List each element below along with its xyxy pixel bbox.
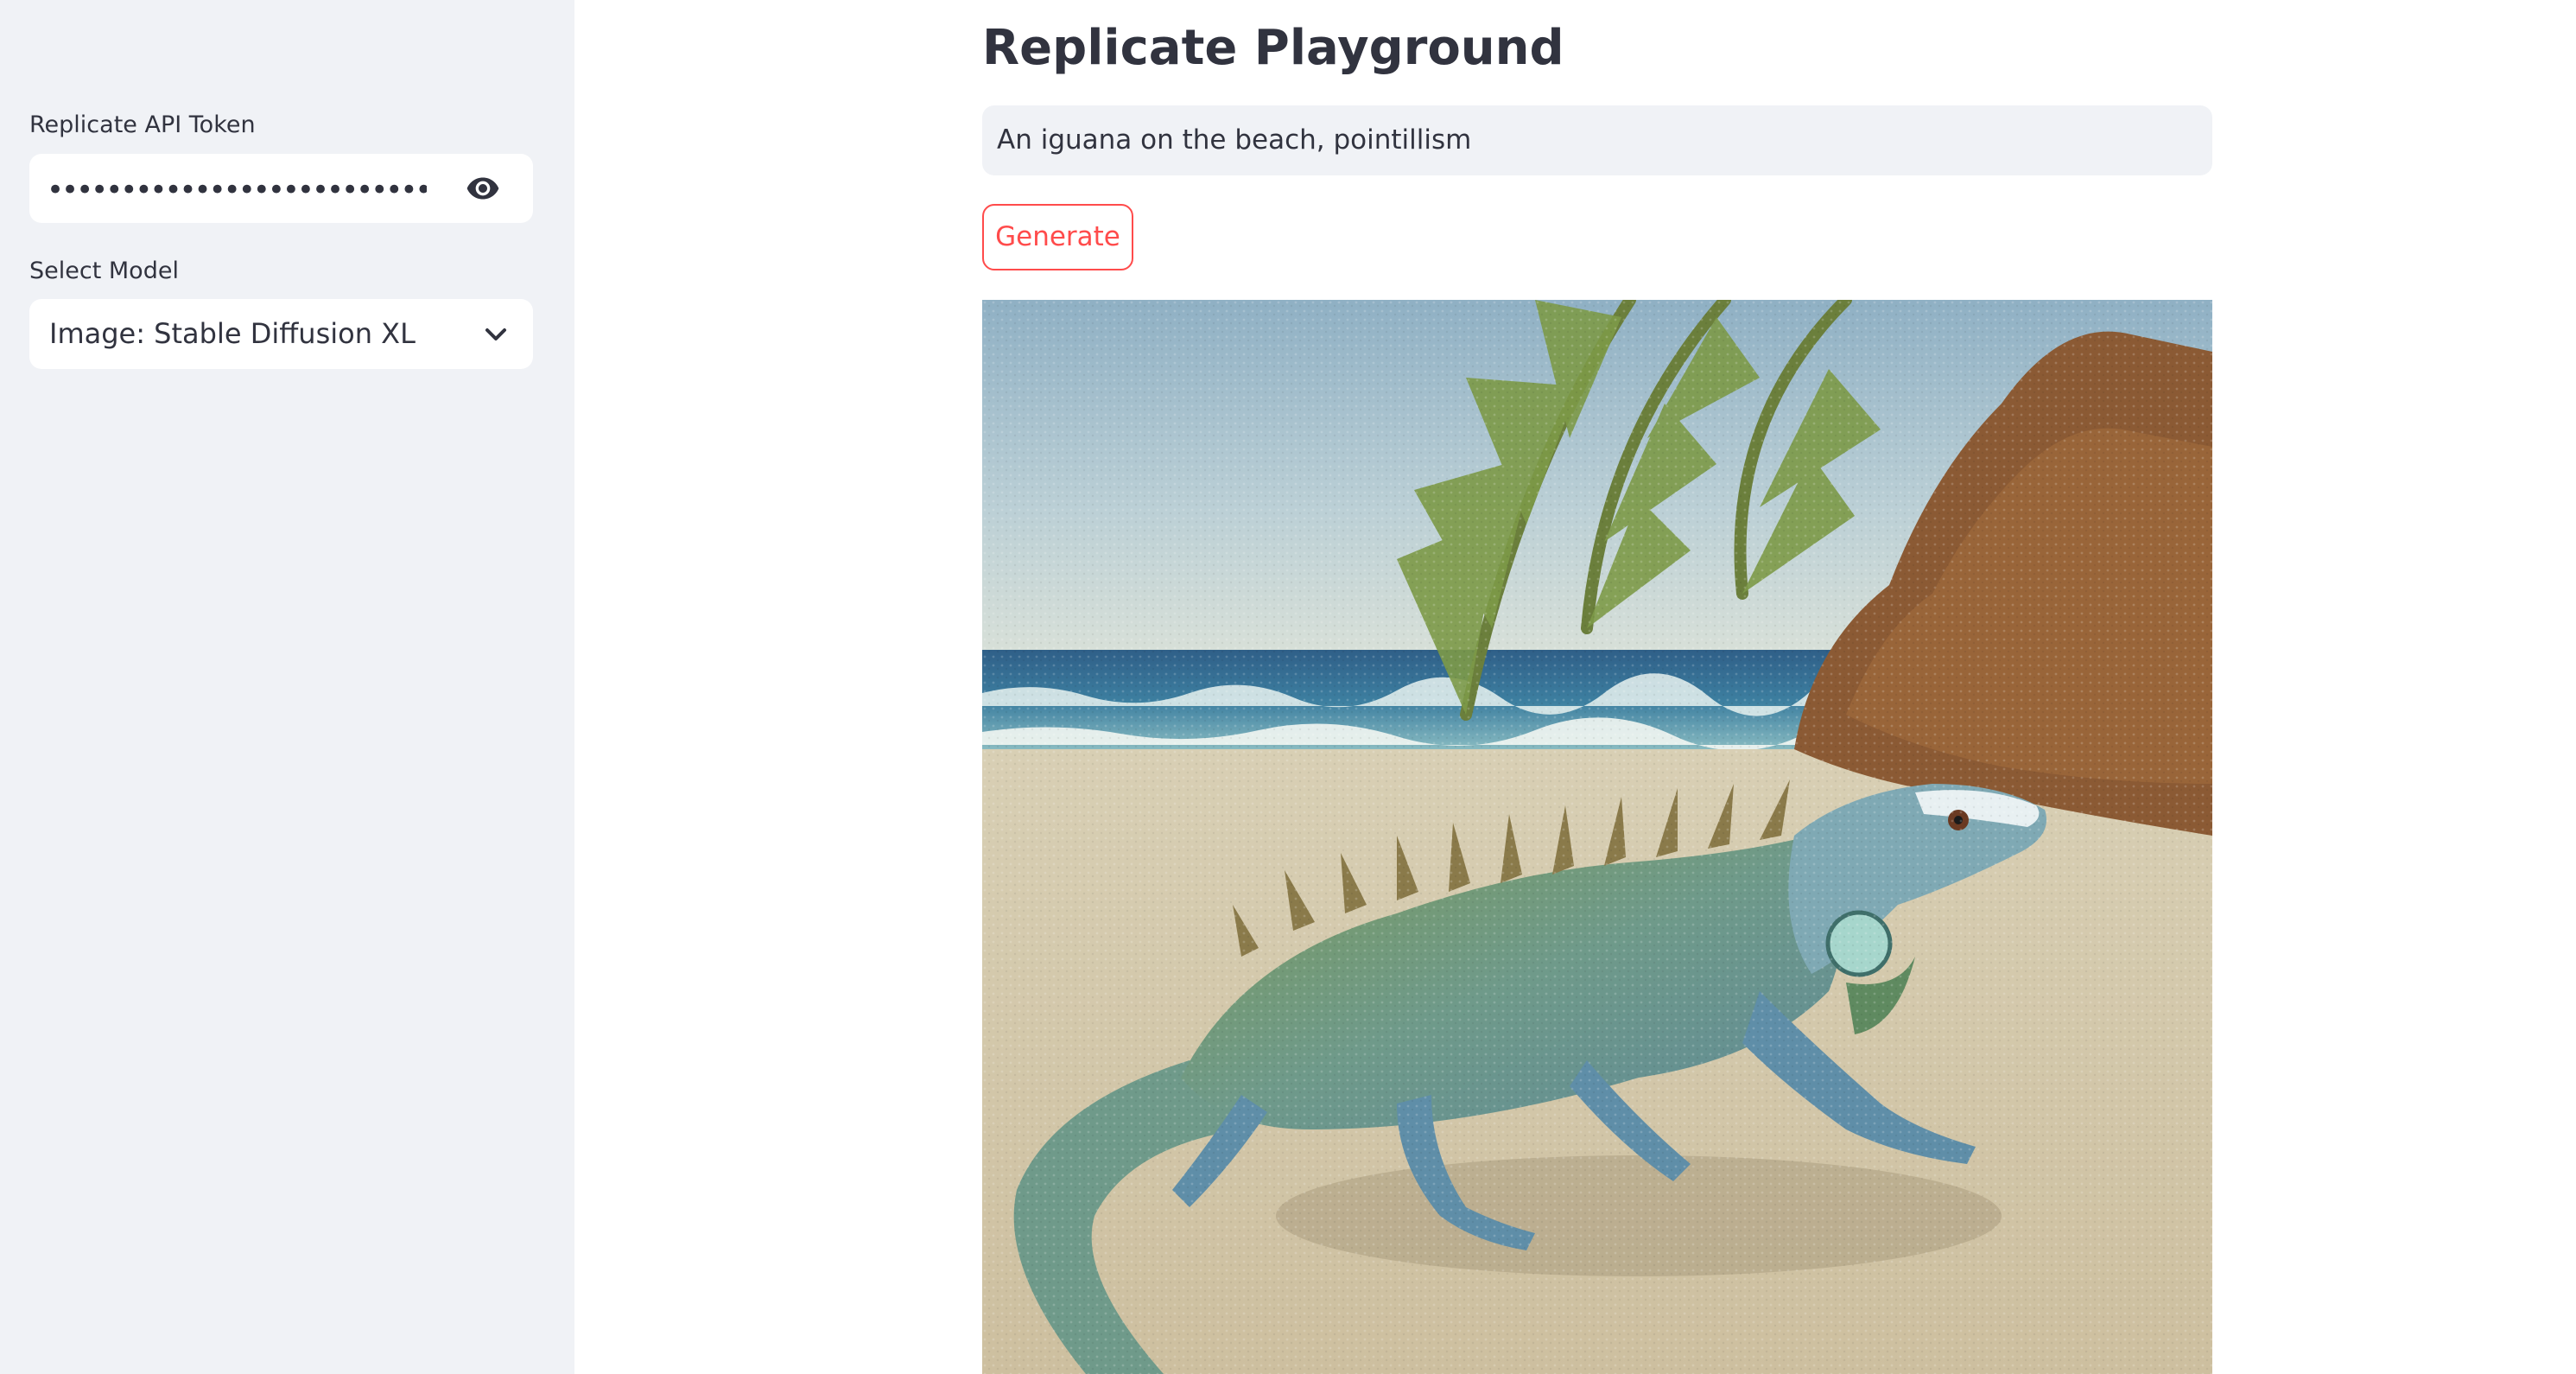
model-selected-value: Image: Stable Diffusion XL xyxy=(49,317,416,350)
sidebar: Replicate API Token ••••••••••••••••••••… xyxy=(0,0,574,1374)
model-select[interactable]: Image: Stable Diffusion XL xyxy=(29,299,533,369)
prompt-input[interactable]: An iguana on the beach, pointillism xyxy=(982,105,2212,175)
api-token-value: •••••••••••••••••••••••••••••••••••••• xyxy=(47,173,427,207)
page-title: Replicate Playground xyxy=(982,20,1564,76)
generated-image xyxy=(982,300,2212,1374)
select-model-label: Select Model xyxy=(29,258,179,284)
chevron-down-icon xyxy=(485,328,506,340)
eye-icon[interactable] xyxy=(464,171,502,206)
generated-image-illustration xyxy=(982,300,2212,1374)
api-token-input[interactable]: •••••••••••••••••••••••••••••••••••••• xyxy=(29,154,533,223)
prompt-value: An iguana on the beach, pointillism xyxy=(997,124,1472,156)
api-token-label: Replicate API Token xyxy=(29,111,256,138)
generate-button[interactable]: Generate xyxy=(982,204,1133,270)
app-root: Replicate API Token ••••••••••••••••••••… xyxy=(0,0,2576,1374)
